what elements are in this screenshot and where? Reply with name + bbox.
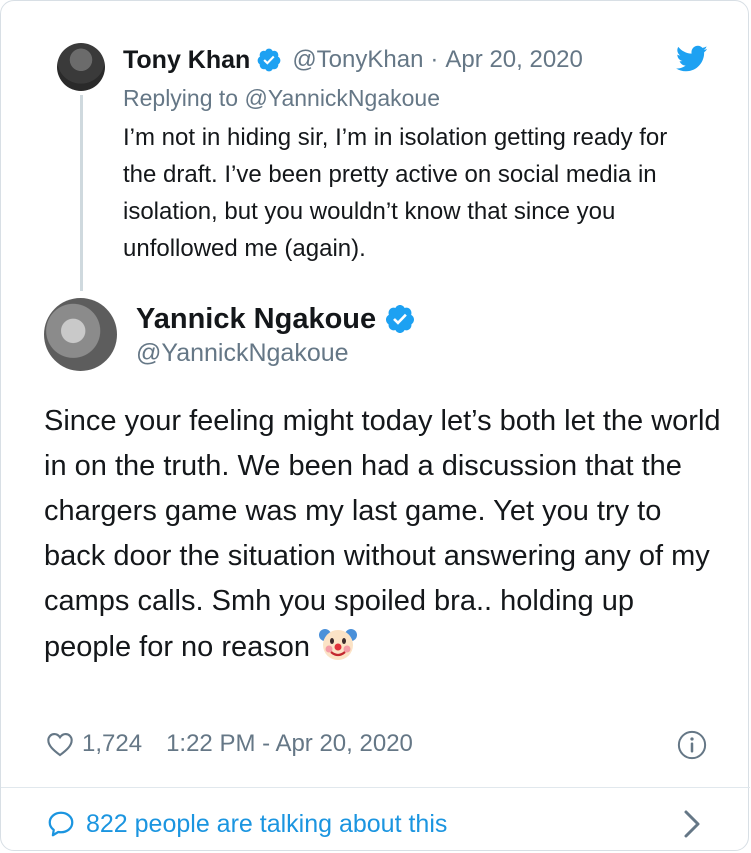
main-handle[interactable]: @YannickNgakoue	[136, 339, 349, 368]
embedded-tweet-card: Tony Khan @TonyKhan · Apr 20, 2020 Reply…	[0, 0, 750, 851]
parent-tweet-header: Tony Khan @TonyKhan · Apr 20, 2020	[123, 42, 583, 78]
info-icon[interactable]	[677, 730, 707, 760]
verified-badge-icon	[384, 303, 416, 335]
tony-khan-avatar[interactable]	[57, 43, 105, 91]
speech-bubble-icon	[48, 811, 74, 837]
replying-to-mention[interactable]: @YannickNgakoue	[244, 85, 440, 111]
parent-date[interactable]: Apr 20, 2020	[445, 46, 582, 74]
parent-tweet-text: I’m not in hiding sir, I’m in isolation …	[123, 124, 668, 262]
main-display-name[interactable]: Yannick Ngakoue	[136, 303, 376, 336]
parent-handle[interactable]: @TonyKhan	[292, 46, 423, 74]
footer-divider	[1, 787, 750, 788]
yannick-ngakoue-avatar[interactable]	[44, 298, 117, 371]
clown-face-icon	[319, 629, 358, 660]
replying-to-line: Replying to @YannickNgakoue	[123, 85, 440, 112]
conversation-link[interactable]: 822 people are talking about this	[46, 805, 447, 843]
parent-display-name[interactable]: Tony Khan	[123, 46, 250, 75]
verified-badge-icon	[256, 47, 282, 73]
main-tweet-body: Since your feeling might today let’s bot…	[44, 405, 721, 663]
like-count[interactable]: 1,724	[82, 730, 142, 758]
separator-dot: ·	[430, 46, 439, 73]
main-tweet-header: Yannick Ngakoue	[136, 299, 416, 339]
twitter-bird-icon[interactable]	[676, 45, 708, 73]
main-tweet-text: Since your feeling might today let’s bot…	[44, 399, 724, 670]
heart-icon[interactable]	[46, 731, 74, 757]
tweet-meta-row: 1,724 1:22 PM - Apr 20, 2020	[46, 727, 413, 761]
thread-connector-line	[80, 95, 83, 291]
talking-text[interactable]: 822 people are talking about this	[86, 810, 447, 839]
replying-to-label: Replying to	[123, 85, 239, 111]
chevron-right-icon[interactable]	[683, 809, 701, 839]
tweet-timestamp[interactable]: 1:22 PM - Apr 20, 2020	[166, 730, 413, 758]
